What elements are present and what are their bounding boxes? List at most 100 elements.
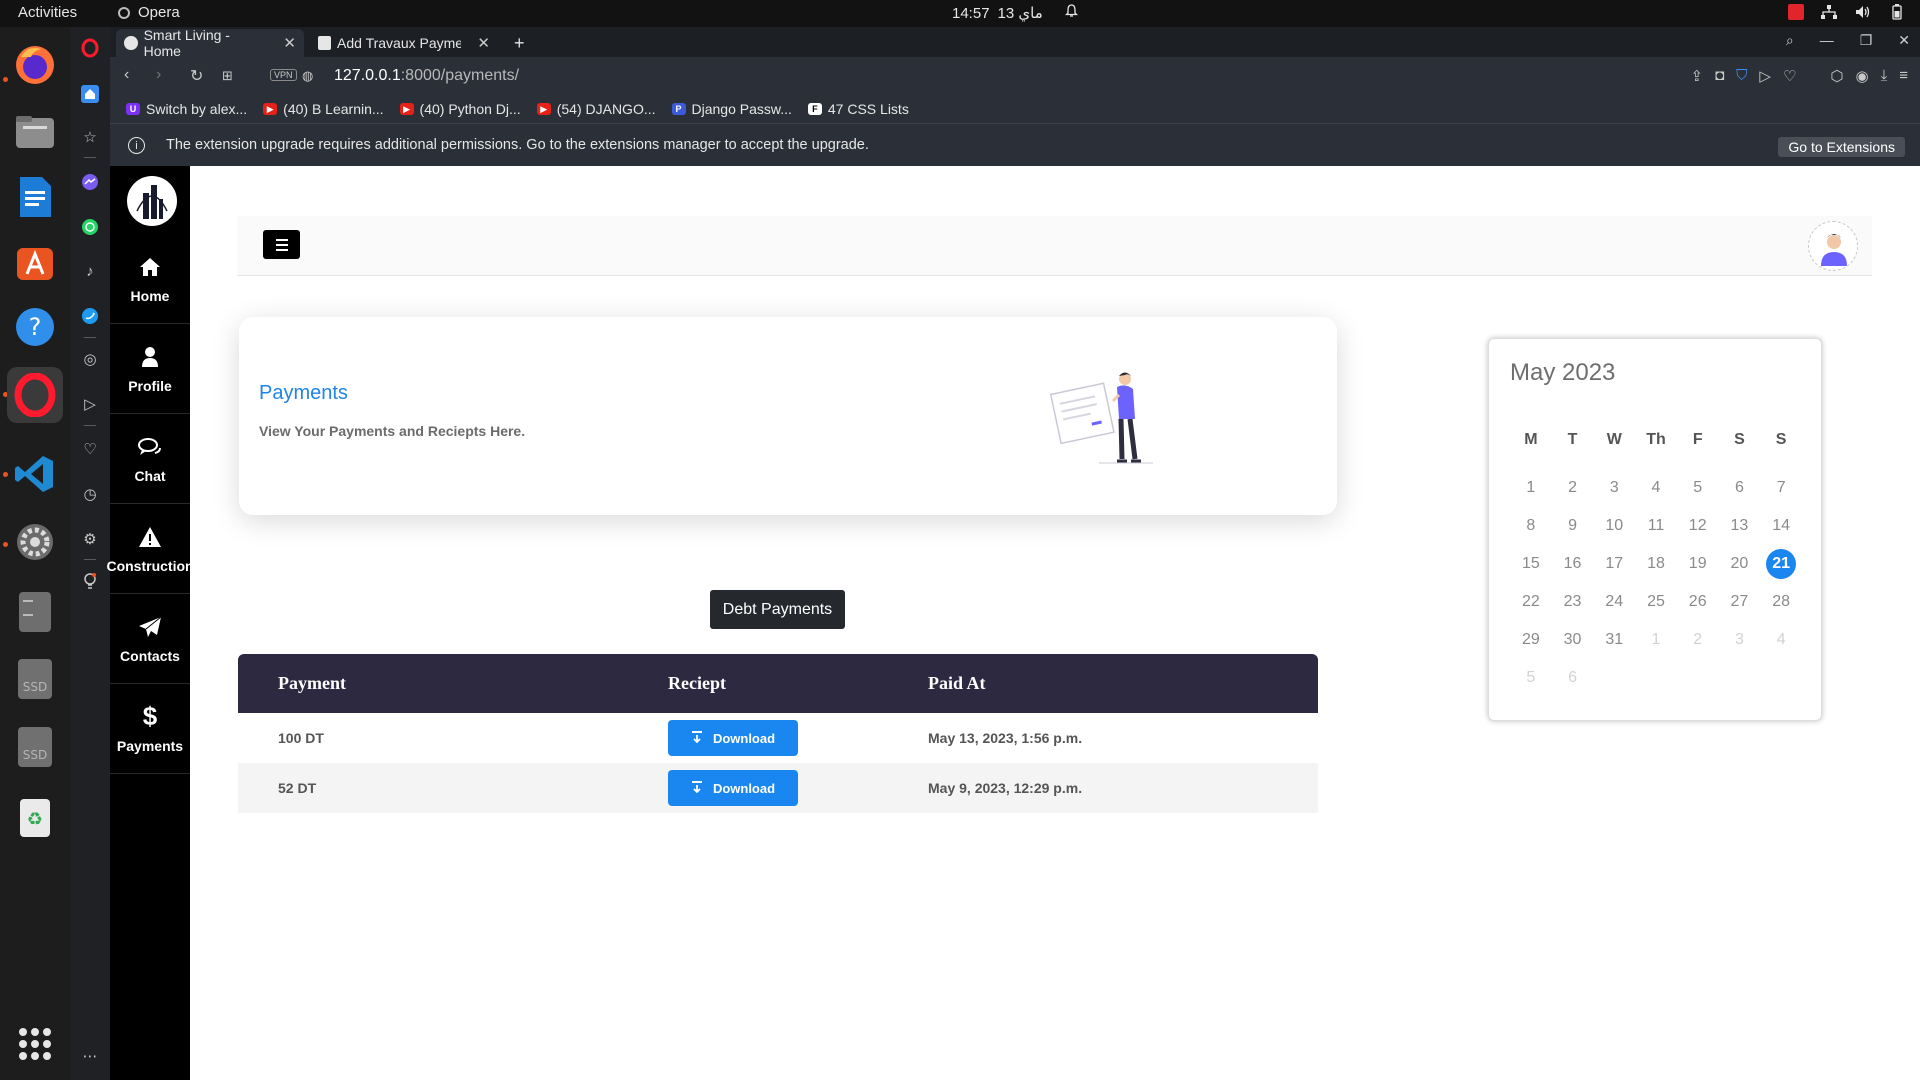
calendar-day[interactable]: 7 (1760, 479, 1802, 517)
sidebar-item-chat[interactable]: Chat (110, 414, 190, 504)
calendar-day[interactable]: 25 (1635, 593, 1677, 631)
files-icon[interactable] (10, 107, 60, 157)
calendar-day[interactable]: 12 (1677, 517, 1719, 555)
screen-record-icon[interactable] (1788, 4, 1804, 20)
opera-menu-icon[interactable] (78, 36, 102, 60)
software-center-icon[interactable] (10, 237, 60, 287)
calendar-day[interactable]: 6 (1552, 669, 1594, 707)
tab-smart-living[interactable]: Smart Living - Home ✕ (116, 27, 304, 59)
share-icon[interactable]: ⇪ (1690, 67, 1703, 85)
calendar-day[interactable]: 27 (1719, 593, 1761, 631)
ssd-drive-icon[interactable]: SSD (10, 722, 60, 772)
calendar-day[interactable]: 9 (1552, 517, 1594, 555)
whatsapp-icon[interactable] (78, 215, 102, 239)
lightbulb-icon[interactable] (78, 569, 102, 593)
calendar-day[interactable]: 29 (1510, 631, 1552, 669)
calendar-day[interactable]: 16 (1552, 555, 1594, 593)
server-icon[interactable] (10, 587, 60, 637)
sidebar-item-profile[interactable]: Profile (110, 324, 190, 414)
calendar-day[interactable]: 26 (1677, 593, 1719, 631)
more-icon[interactable]: ⋯ (78, 1044, 102, 1068)
back-icon[interactable]: ‹ (124, 66, 129, 84)
go-to-extensions-button[interactable]: Go to Extensions (1778, 137, 1905, 157)
messenger-icon[interactable] (78, 170, 102, 194)
close-tab-icon[interactable]: ✕ (477, 34, 490, 52)
firefox-icon[interactable] (10, 40, 60, 90)
calendar-day[interactable]: 21 (1760, 549, 1802, 593)
activities-button[interactable]: Activities (18, 4, 77, 21)
calendar-day[interactable]: 20 (1719, 555, 1761, 593)
calendar-day[interactable]: 19 (1677, 555, 1719, 593)
calendar-day[interactable]: 24 (1593, 593, 1635, 631)
profile-icon[interactable]: ◉ (1856, 67, 1869, 85)
minimize-icon[interactable]: — (1820, 32, 1834, 49)
tab-add-travaux[interactable]: Add Travaux Paymen ✕ (310, 29, 498, 57)
player-icon[interactable]: ◎ (78, 347, 102, 371)
settings-icon[interactable] (10, 517, 60, 567)
sidebar-item-payments[interactable]: $ Payments (110, 684, 190, 774)
shield-icon[interactable]: ⛉ (1736, 67, 1747, 85)
calendar-day[interactable]: 3 (1719, 631, 1761, 669)
close-tab-icon[interactable]: ✕ (283, 34, 296, 52)
calendar-day[interactable]: 13 (1719, 517, 1761, 555)
calendar-day[interactable]: 1 (1510, 479, 1552, 517)
close-window-icon[interactable]: ✕ (1898, 32, 1910, 49)
calendar-day[interactable]: 31 (1593, 631, 1635, 669)
cube-icon[interactable]: ⬡ (1830, 67, 1843, 85)
bookmark-item[interactable]: ▶ (40) B Learnin... (263, 101, 384, 117)
calendar-day[interactable]: 3 (1593, 479, 1635, 517)
new-tab-button[interactable]: + (506, 29, 533, 57)
history-icon[interactable]: ◷ (78, 482, 102, 506)
calendar-day[interactable]: 10 (1593, 517, 1635, 555)
calendar-day[interactable]: 2 (1552, 479, 1594, 517)
system-tray[interactable] (1788, 3, 1906, 21)
forward-icon[interactable]: › (156, 66, 161, 84)
vpn-badge[interactable]: VPN (270, 69, 297, 81)
logo[interactable] (127, 176, 177, 226)
download-button[interactable]: Download (668, 720, 798, 756)
sidebar-item-construction[interactable]: Construction (106, 504, 194, 594)
calendar-day[interactable]: 17 (1593, 555, 1635, 593)
reload-icon[interactable]: ↻ (190, 66, 203, 86)
search-tabs-icon[interactable]: ⌕ (1786, 32, 1794, 49)
sidebar-item-home[interactable]: Home (110, 234, 190, 324)
download-icon[interactable]: ⤓ (1881, 67, 1888, 85)
calendar-day[interactable]: 15 (1510, 555, 1552, 593)
help-icon[interactable]: ? (10, 302, 60, 352)
calendar-day[interactable]: 22 (1510, 593, 1552, 631)
bookmark-item[interactable]: ▶ (54) DJANGO... (536, 101, 656, 117)
bookmark-item[interactable]: ▶ (40) Python Dj... (399, 101, 521, 117)
opera-browser-icon[interactable] (7, 367, 63, 423)
download-button[interactable]: Download (668, 770, 798, 806)
bookmark-item[interactable]: F 47 CSS Lists (807, 101, 909, 117)
calendar-day[interactable]: 4 (1760, 631, 1802, 669)
calendar-day[interactable]: 8 (1510, 517, 1552, 555)
easy-setup-icon[interactable]: ≡ (1899, 67, 1908, 85)
debt-payments-button[interactable]: Debt Payments (710, 590, 845, 629)
calendar-day[interactable]: 23 (1552, 593, 1594, 631)
trash-icon[interactable]: ♻ (10, 792, 60, 842)
send-icon[interactable]: ▷ (78, 392, 102, 416)
calendar-day[interactable]: 18 (1635, 555, 1677, 593)
bookmark-item[interactable]: P Django Passw... (671, 101, 792, 117)
heart-icon[interactable]: ♡ (1783, 67, 1796, 85)
calendar-day[interactable]: 6 (1719, 479, 1761, 517)
bookmarks-star-icon[interactable]: ☆ (78, 125, 102, 149)
hamburger-menu-button[interactable] (263, 230, 300, 259)
calendar-day[interactable]: 5 (1510, 669, 1552, 707)
calendar-day[interactable]: 1 (1635, 631, 1677, 669)
gear-icon[interactable]: ⚙ (78, 527, 102, 551)
bookmark-item[interactable]: U Switch by alex... (126, 101, 247, 117)
calendar-day[interactable]: 30 (1552, 631, 1594, 669)
twitter-icon[interactable] (78, 304, 102, 328)
vscode-icon[interactable] (10, 449, 60, 499)
calendar-day[interactable]: 2 (1677, 631, 1719, 669)
avatar[interactable] (1808, 221, 1858, 271)
clock[interactable]: 14:57 ماي 13 (952, 4, 1078, 22)
tiktok-icon[interactable]: ♪ (78, 259, 102, 283)
calendar-day[interactable]: 11 (1635, 517, 1677, 555)
tabs-grid-icon[interactable]: ⊞ (222, 68, 233, 84)
url-field[interactable]: 127.0.0.1:8000/payments/ (334, 67, 519, 85)
calendar-day[interactable]: 4 (1635, 479, 1677, 517)
calendar-day[interactable]: 5 (1677, 479, 1719, 517)
